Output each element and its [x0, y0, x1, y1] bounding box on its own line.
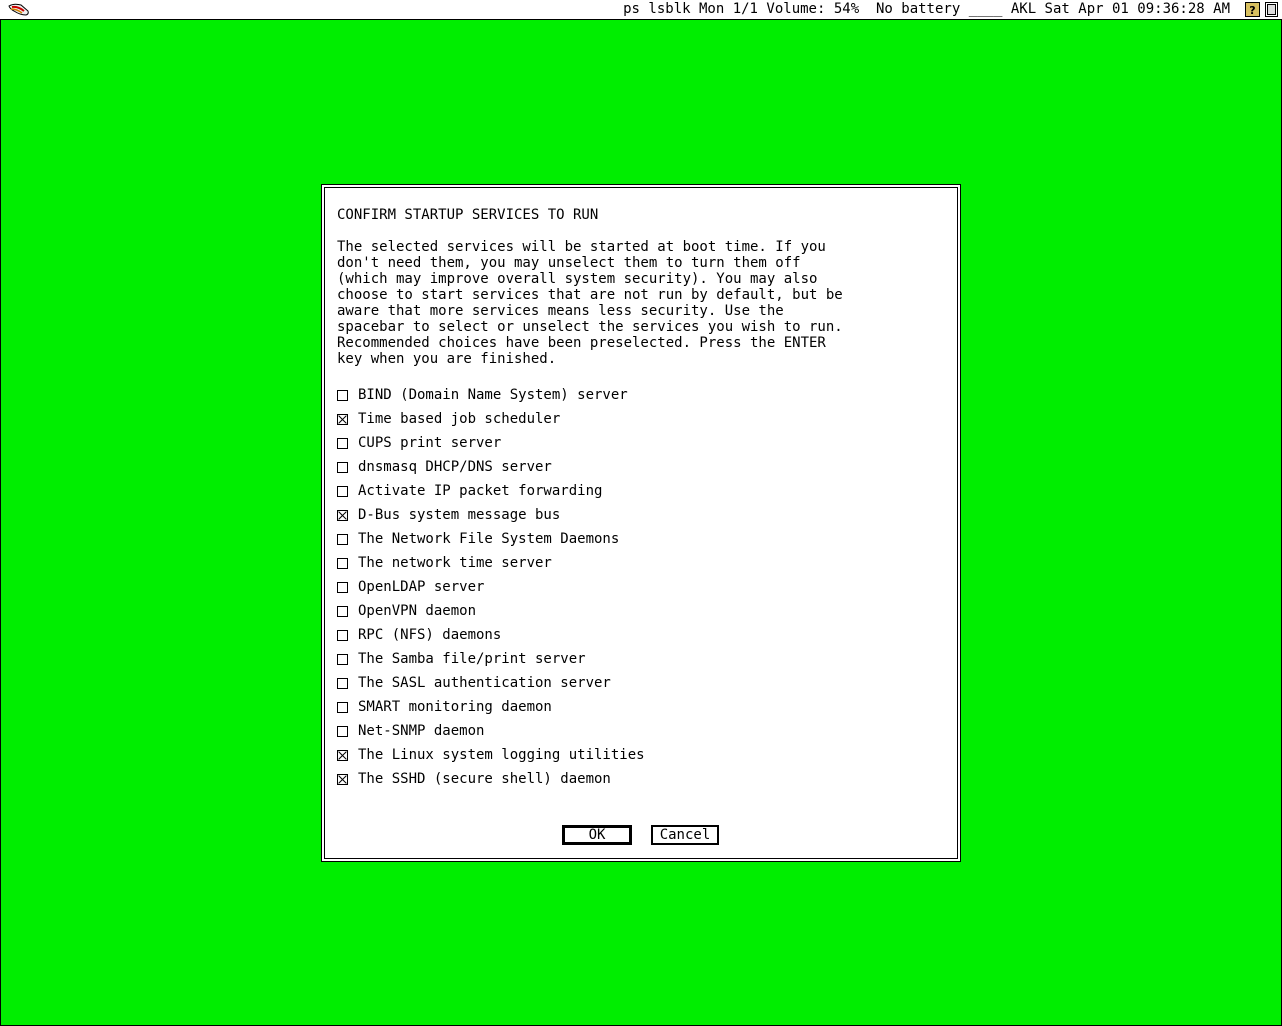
service-label: CUPS print server [358, 435, 502, 451]
service-label: The SASL authentication server [358, 675, 611, 691]
help-icon[interactable]: ? [1245, 2, 1260, 17]
service-label: The Samba file/print server [358, 651, 586, 667]
service-label: D-Bus system message bus [358, 507, 561, 523]
checkbox-checked[interactable] [337, 749, 348, 761]
checkbox-unchecked[interactable] [337, 485, 348, 497]
checkbox-checked[interactable] [337, 509, 348, 521]
service-label: The Network File System Daemons [358, 531, 620, 547]
app-menu-icon[interactable] [8, 2, 30, 17]
services-list: BIND (Domain Name System) server Time bas… [337, 383, 645, 791]
service-label: The network time server [358, 555, 552, 571]
service-label: BIND (Domain Name System) server [358, 387, 628, 403]
service-item[interactable]: Time based job scheduler [337, 407, 645, 431]
service-item[interactable]: The network time server [337, 551, 645, 575]
dialog-title: CONFIRM STARTUP SERVICES TO RUN [337, 207, 599, 223]
window-icon[interactable] [1265, 2, 1278, 17]
checkbox-unchecked[interactable] [337, 437, 348, 449]
service-item[interactable]: The SSHD (secure shell) daemon [337, 767, 645, 791]
service-item[interactable]: The Linux system logging utilities [337, 743, 645, 767]
service-label: The SSHD (secure shell) daemon [358, 771, 611, 787]
checkbox-unchecked[interactable] [337, 677, 348, 689]
service-label: OpenLDAP server [358, 579, 485, 595]
service-item[interactable]: OpenLDAP server [337, 575, 645, 599]
svg-text:?: ? [1249, 4, 1255, 17]
checkbox-checked[interactable] [337, 773, 348, 785]
service-label: SMART monitoring daemon [358, 699, 552, 715]
service-item[interactable]: The Network File System Daemons [337, 527, 645, 551]
menubar: ps lsblk Mon 1/1 Volume: 54% No battery … [0, 0, 1282, 20]
service-label: dnsmasq DHCP/DNS server [358, 459, 552, 475]
checkbox-unchecked[interactable] [337, 725, 348, 737]
ok-button[interactable]: OK [562, 825, 632, 845]
service-label: RPC (NFS) daemons [358, 627, 502, 643]
service-item[interactable]: OpenVPN daemon [337, 599, 645, 623]
checkbox-unchecked[interactable] [337, 557, 348, 569]
dialog-description: The selected services will be started at… [337, 239, 843, 367]
service-label: Activate IP packet forwarding [358, 483, 603, 499]
service-label: The Linux system logging utilities [358, 747, 645, 763]
checkbox-checked[interactable] [337, 413, 348, 425]
checkbox-unchecked[interactable] [337, 581, 348, 593]
checkbox-unchecked[interactable] [337, 461, 348, 473]
service-item[interactable]: SMART monitoring daemon [337, 695, 645, 719]
service-item[interactable]: D-Bus system message bus [337, 503, 645, 527]
checkbox-unchecked[interactable] [337, 629, 348, 641]
service-item[interactable]: Activate IP packet forwarding [337, 479, 645, 503]
service-item[interactable]: RPC (NFS) daemons [337, 623, 645, 647]
status-text: ps lsblk Mon 1/1 Volume: 54% No battery … [623, 1, 1230, 17]
cancel-button[interactable]: Cancel [651, 825, 719, 845]
service-item[interactable]: The SASL authentication server [337, 671, 645, 695]
checkbox-unchecked[interactable] [337, 701, 348, 713]
service-label: OpenVPN daemon [358, 603, 477, 619]
checkbox-unchecked[interactable] [337, 533, 348, 545]
startup-services-dialog: CONFIRM STARTUP SERVICES TO RUN The sele… [321, 184, 961, 862]
checkbox-unchecked[interactable] [337, 653, 348, 665]
service-item[interactable]: BIND (Domain Name System) server [337, 383, 645, 407]
service-label: Time based job scheduler [358, 411, 561, 427]
checkbox-unchecked[interactable] [337, 389, 348, 401]
service-item[interactable]: Net-SNMP daemon [337, 719, 645, 743]
service-item[interactable]: The Samba file/print server [337, 647, 645, 671]
service-label: Net-SNMP daemon [358, 723, 485, 739]
service-item[interactable]: dnsmasq DHCP/DNS server [337, 455, 645, 479]
checkbox-unchecked[interactable] [337, 605, 348, 617]
service-item[interactable]: CUPS print server [337, 431, 645, 455]
